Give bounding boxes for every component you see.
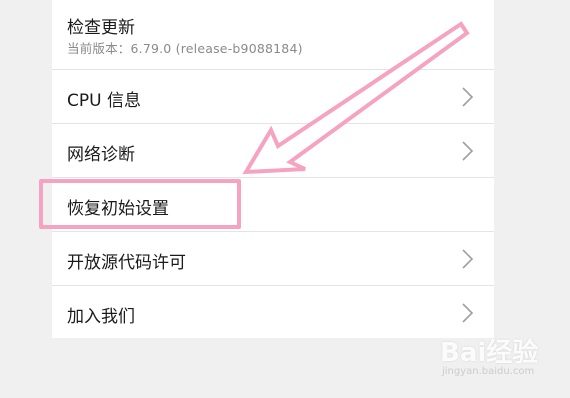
network-diagnosis-label: 网络诊断 [67,145,135,165]
chevron-right-icon [462,87,474,107]
current-version-text: 当前版本：6.79.0 (release-b9088184) [67,41,303,56]
watermark-logo: Bai经验 [440,338,539,368]
join-us-row[interactable]: 加入我们 [52,286,494,338]
cpu-info-label: CPU 信息 [67,91,141,111]
check-update-label: 检查更新 [67,18,135,38]
baidu-jingyan-watermark: Bai经验 jingyan.baidu.com [440,332,550,388]
network-diagnosis-row[interactable]: 网络诊断 [52,124,494,178]
open-source-license-label: 开放源代码许可 [67,253,186,273]
watermark-url: jingyan.baidu.com [442,366,535,377]
check-update-row[interactable]: 检查更新 当前版本：6.79.0 (release-b9088184) [52,0,494,70]
chevron-right-icon [462,141,474,161]
settings-panel: 检查更新 当前版本：6.79.0 (release-b9088184) CPU … [52,0,494,338]
chevron-right-icon [462,303,474,323]
open-source-license-row[interactable]: 开放源代码许可 [52,232,494,286]
cpu-info-row[interactable]: CPU 信息 [52,70,494,124]
highlight-annotation-box [39,179,241,229]
join-us-label: 加入我们 [67,307,135,327]
chevron-right-icon [462,249,474,269]
